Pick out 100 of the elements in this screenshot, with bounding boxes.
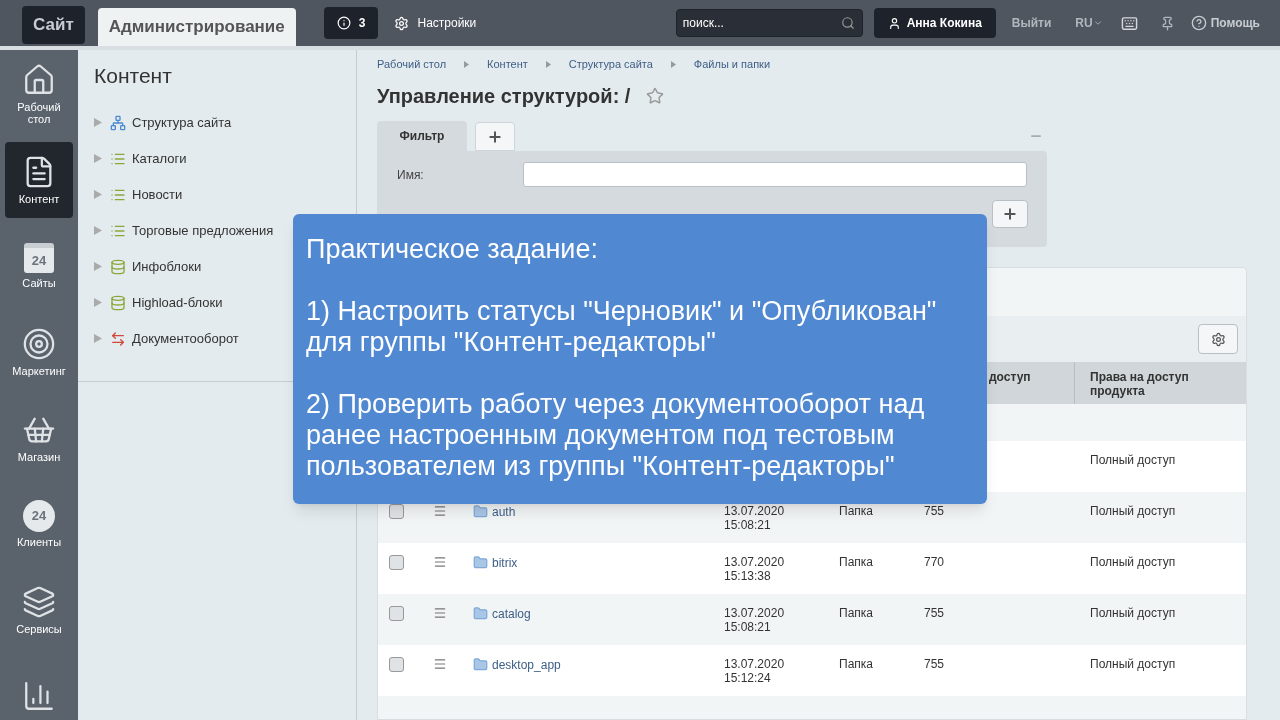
pin-icon[interactable] (1159, 15, 1175, 31)
type-cell: Папка (839, 606, 873, 620)
tree-label: Каталоги (132, 149, 187, 168)
type-cell: Папка (839, 555, 873, 569)
rail-item[interactable]: 24 Клиенты (5, 486, 73, 562)
search-field[interactable]: поиск... (675, 9, 863, 37)
task-paragraph: 2) Проверить работу через документооборот над ранее настроенным документом под тестовым пользователем из группы "Контент-редакторы" (306, 389, 926, 482)
bar-chart-icon (22, 679, 56, 713)
menu-icon[interactable] (433, 555, 447, 569)
date-cell-text: 13.07.2020 15:13:38 (724, 555, 786, 583)
settings-button[interactable] (1198, 324, 1238, 354)
cloud-icon: 24 (23, 500, 55, 532)
field-label: Имя: (397, 166, 425, 184)
type-cell: Папка (839, 504, 873, 518)
rail-item[interactable]: Магазин (5, 400, 73, 476)
rail-item[interactable]: Сервисы (5, 572, 73, 648)
top-tab[interactable]: Администрирование (97, 8, 296, 46)
calendar-icon: 24 (24, 243, 54, 273)
notifications-button[interactable]: 3 (323, 7, 379, 39)
user-icon (887, 16, 901, 30)
arrows-icon (110, 330, 126, 347)
plus-icon (1002, 206, 1018, 222)
permissions-cell: 755 (924, 504, 945, 518)
access-cell: Полный доступ (1090, 555, 1176, 569)
row-checkbox[interactable] (389, 504, 404, 519)
access-cell: Полный доступ (1090, 453, 1176, 467)
database-icon (110, 258, 126, 275)
user-button[interactable]: Анна Кокина (873, 8, 996, 38)
breadcrumb-arrow-icon (545, 60, 551, 68)
star-icon[interactable] (646, 87, 665, 105)
tree-label: Документооборот (132, 329, 239, 348)
tree-item[interactable]: Новости (94, 176, 356, 213)
folder-icon (473, 504, 488, 519)
breadcrumb-arrow-icon (670, 60, 676, 68)
settings-icon (394, 15, 410, 31)
rail-item[interactable]: Контент (5, 142, 73, 218)
filter-tab[interactable]: Фильтр (377, 121, 467, 151)
sidebar-title: Контент (94, 63, 173, 89)
tree-label: Торговые предложения (132, 221, 274, 240)
breadcrumb-arrow-icon (464, 60, 470, 68)
language-button[interactable]: RU (1075, 14, 1103, 32)
folder-icon (473, 657, 488, 672)
tree-label: Highload-блоки (132, 293, 223, 312)
type-cell: Папка (839, 657, 873, 671)
rail-item[interactable]: Маркетинг (5, 314, 73, 390)
tree-label: Новости (132, 185, 183, 204)
folder-link[interactable]: catalog (473, 606, 531, 621)
plus-icon (487, 128, 503, 145)
breadcrumb-link[interactable]: Контент (487, 55, 528, 73)
row-checkbox[interactable] (389, 657, 404, 672)
menu-icon[interactable] (433, 657, 447, 671)
add-field-button[interactable] (992, 200, 1028, 228)
target-icon (22, 327, 56, 361)
page-title: Управление структурой: / (377, 84, 631, 109)
folder-icon (473, 555, 488, 570)
row-checkbox[interactable] (389, 606, 404, 621)
database-icon (110, 294, 126, 311)
top-tab[interactable]: Сайт (22, 6, 85, 44)
task-title: Практическое задание: (306, 234, 599, 265)
date-cell-text: 13.07.2020 15:08:21 (724, 504, 786, 532)
folder-link[interactable]: bitrix (473, 555, 518, 570)
date-cell-text: 13.07.2020 15:08:21 (724, 606, 786, 634)
rail-item[interactable]: 24 Сайты (5, 228, 73, 304)
home-icon (22, 63, 56, 97)
folder-link[interactable]: auth (473, 504, 516, 519)
access-cell: Полный доступ (1090, 606, 1176, 620)
breadcrumb-link[interactable]: Структура сайта (568, 55, 653, 73)
search-icon (840, 16, 855, 30)
folder-link[interactable]: desktop_app (473, 657, 561, 672)
tree-item[interactable]: Каталоги (94, 140, 356, 177)
logout-link[interactable]: Выйти (1011, 14, 1052, 32)
access-cell: Полный доступ (1090, 504, 1176, 518)
layers-icon (22, 585, 56, 619)
structure-icon (110, 114, 126, 131)
help-icon (1190, 15, 1207, 31)
keyboard-icon[interactable] (1120, 14, 1138, 32)
gear-icon (1210, 331, 1226, 347)
settings-button[interactable]: Настройки (394, 14, 477, 32)
name-input[interactable] (523, 162, 1027, 187)
tree-label: Инфоблоки (132, 257, 202, 276)
breadcrumb-link[interactable]: Рабочий стол (377, 55, 447, 73)
help-button[interactable]: Помощь (1190, 14, 1260, 32)
tree-item[interactable]: Структура сайта (94, 104, 356, 141)
menu-icon[interactable] (433, 606, 447, 620)
info-icon (336, 16, 351, 30)
task-paragraph: 1) Настроить статусы "Черновик" и "Опубликован" для группы "Контент-редакторы" (306, 296, 938, 358)
breadcrumb-link[interactable]: Файлы и папки (693, 55, 771, 73)
permissions-cell: 755 (924, 606, 945, 620)
date-cell-text: 13.07.2020 15:12:24 (724, 657, 786, 685)
add-tab-button[interactable] (475, 122, 515, 151)
menu-icon[interactable] (433, 504, 447, 518)
permissions-cell: 770 (924, 555, 945, 569)
row-checkbox[interactable] (389, 555, 404, 570)
caret-icon (1092, 18, 1103, 28)
access-cell: Полный доступ (1090, 657, 1176, 671)
folder-icon (473, 606, 488, 621)
rail-item[interactable]: Рабочий стол (5, 56, 73, 132)
column-header: Права на доступ продукта (1089, 369, 1190, 400)
tree-label: Структура сайта (132, 113, 232, 132)
column-header: доступ (989, 370, 1031, 384)
